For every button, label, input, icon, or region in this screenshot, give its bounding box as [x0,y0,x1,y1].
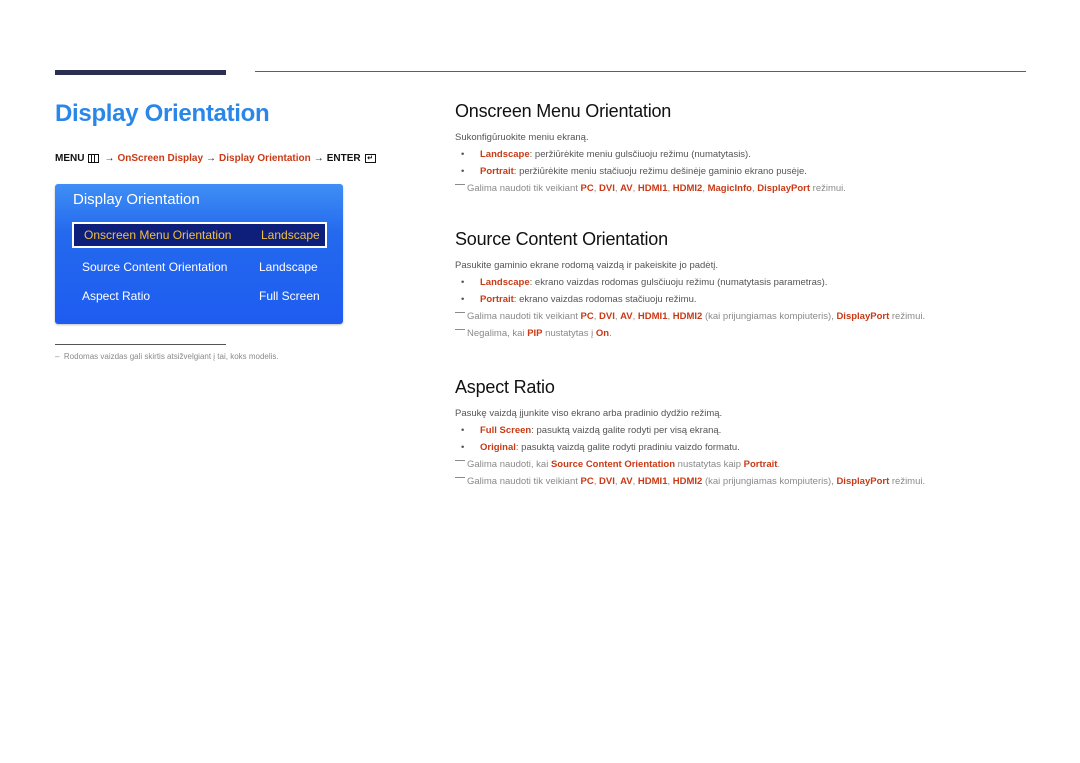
note-keyword: HDMI2 [672,476,703,487]
note-text: (kai prijungiamas kompiuteris), [702,476,837,487]
osd-item-label: Aspect Ratio [82,289,151,303]
note: Galima naudoti tik veikiant PC, DVI, AV,… [455,476,925,487]
osd-title: Display Orientation [73,191,200,208]
osd-item-onscreen-menu-orientation[interactable]: Onscreen Menu Orientation Landscape [72,222,327,248]
section-title: Source Content Orientation [455,229,668,249]
option-description: : peržiūrėkite meniu gulsčiuoju režimu (… [529,149,751,160]
footnote-rule [55,344,226,345]
note-keyword: DisplayPort [836,311,890,322]
note-text: Galima naudoti tik veikiant [467,311,581,322]
breadcrumb-menu: MENU [55,153,85,164]
note-text: . [609,328,612,339]
note-text: režimui. [889,311,926,322]
note-keyword: DisplayPort [757,183,811,194]
option-keyword: Portrait [480,294,514,305]
bullet-item: Original: pasuktą vaizdą galite rodyti p… [455,442,925,453]
breadcrumb-onscreen-display: OnScreen Display [117,153,204,164]
option-description: : pasuktą vaizdą galite rodyti pradiniu … [515,442,740,453]
note: Galima naudoti, kai Source Content Orien… [455,459,925,470]
note-keyword: HDMI2 [672,183,703,194]
note-keyword: PC [580,311,594,322]
footnote: – Rodomas vaizdas gali skirtis atsižvelg… [55,352,279,361]
note-keyword: AV [620,183,633,194]
note-keyword: PC [580,183,594,194]
note-text: režimui. [810,183,846,194]
note-keyword: AV [620,311,633,322]
enter-icon: ↵ [364,154,376,163]
note-keyword: Source Content Orientation [550,459,676,470]
osd-item-value: Landscape [259,260,318,274]
note-text: nustatytas kaip [675,459,744,470]
arrow-icon: → [104,153,115,164]
note-keyword: DVI [599,311,615,322]
footnote-text: Rodomas vaizdas gali skirtis atsižvelgia… [63,352,279,361]
header-rule [255,71,1026,72]
note-text: Galima naudoti, kai [467,459,551,470]
osd-item-value: Landscape [261,228,320,242]
footnote-dash: – [55,352,64,361]
arrow-icon: → [206,153,217,164]
osd-menu-panel: Display Orientation Onscreen Menu Orient… [55,184,343,324]
note-keyword: HDMI1 [637,311,668,322]
osd-item-source-content-orientation[interactable]: Source Content Orientation Landscape [72,254,327,280]
section-source-content-orientation: Source Content Orientation Pasukite gamin… [455,229,925,339]
note-keyword: AV [620,476,633,487]
option-keyword: Landscape [480,277,530,288]
osd-item-aspect-ratio[interactable]: Aspect Ratio Full Screen [72,283,327,309]
bullet-item: Landscape: peržiūrėkite meniu gulsčiuoju… [455,149,846,160]
arrow-icon: → [313,153,324,164]
note-keyword: PIP [527,328,543,339]
option-keyword: Full Screen [480,425,532,436]
osd-item-value: Full Screen [259,289,320,303]
section-onscreen-menu-orientation: Onscreen Menu Orientation Sukonfigūruokit… [455,101,846,194]
section-aspect-ratio: Aspect Ratio Pasukę vaizdą įjunkite viso … [455,377,925,487]
section-description: Pasukę vaizdą įjunkite viso ekrano arba … [455,408,723,419]
section-title: Aspect Ratio [455,377,555,397]
note-text: Galima naudoti tik veikiant [467,476,581,487]
note-text: režimui. [889,476,926,487]
breadcrumb-enter: ENTER [326,153,361,164]
option-description: : peržiūrėkite meniu stačiuoju režimu de… [513,166,807,177]
header-bar-thick [55,70,226,75]
option-description: : pasuktą vaizdą galite rodyti per visą … [531,425,722,436]
bullet-item: Portrait: ekrano vaizdas rodomas stačiuo… [455,294,925,305]
osd-item-label: Source Content Orientation [82,260,228,274]
note-keyword: PC [580,476,594,487]
bullet-item: Portrait: peržiūrėkite meniu stačiuoju r… [455,166,846,177]
option-keyword: Original [480,442,516,453]
breadcrumb-display-orientation: Display Orientation [219,153,311,164]
note: Negalima, kai PIP nustatytas į On. [455,328,925,339]
option-description: : ekrano vaizdas rodomas gulsčiuoju reži… [529,277,828,288]
note-keyword: Portrait [743,459,778,470]
note-text: nustatytas į [542,328,596,339]
page-title: Display Orientation [55,100,270,127]
note-text: Galima naudoti tik veikiant [467,183,581,194]
note: Galima naudoti tik veikiant PC, DVI, AV,… [455,183,846,194]
note-keyword: HDMI2 [672,311,703,322]
section-description: Sukonfigūruokite meniu ekraną. [455,132,589,143]
section-description: Pasukite gaminio ekrane rodomą vaizdą ir… [455,260,718,271]
note-keyword: DVI [599,183,615,194]
option-description: : ekrano vaizdas rodomas stačiuoju režim… [513,294,697,305]
breadcrumb: MENU → OnScreen Display → Display Orient… [55,153,376,164]
note-text: Negalima, kai [467,328,528,339]
note: Galima naudoti tik veikiant PC, DVI, AV,… [455,311,925,322]
section-title: Onscreen Menu Orientation [455,101,672,121]
osd-item-label: Onscreen Menu Orientation [84,228,232,242]
note-keyword: DVI [599,476,615,487]
note-keyword: HDMI1 [637,183,668,194]
note-keyword: HDMI1 [637,476,668,487]
note-keyword: MagicInfo [707,183,752,194]
menu-grid-icon [88,154,100,163]
note-text: (kai prijungiamas kompiuteris), [702,311,837,322]
note-keyword: DisplayPort [836,476,890,487]
option-keyword: Portrait [480,166,514,177]
note-keyword: On [595,328,610,339]
bullet-item: Full Screen: pasuktą vaizdą galite rodyt… [455,425,925,436]
note-text: . [777,459,781,470]
bullet-item: Landscape: ekrano vaizdas rodomas gulsči… [455,277,925,288]
option-keyword: Landscape [480,149,530,160]
